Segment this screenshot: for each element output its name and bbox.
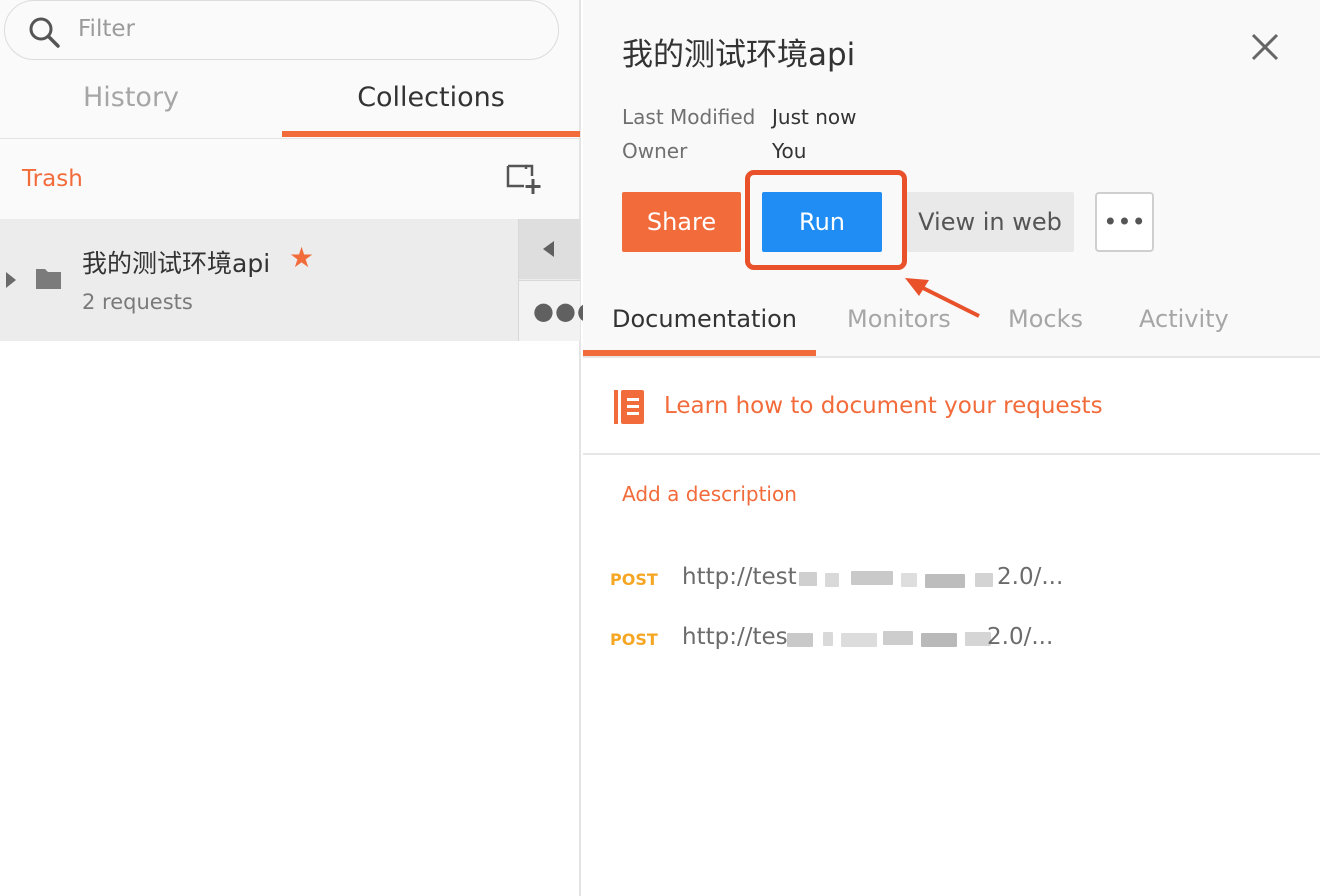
view-in-web-button[interactable]: View in web [906, 192, 1074, 252]
collection-more-button[interactable]: ●●● [519, 280, 598, 341]
run-highlight-annotation [745, 170, 907, 270]
more-options-button[interactable]: ••• [1095, 192, 1154, 252]
sidebar: Filter History Collections Trash 我的测试环境a… [0, 0, 598, 896]
owner-value: You [772, 139, 807, 163]
tab-collections[interactable]: Collections [282, 82, 580, 138]
request-url-end: 2.0/... [987, 624, 1054, 650]
search-icon [29, 17, 60, 48]
collection-actions: ●●● [518, 219, 598, 341]
learn-docs-link[interactable]: Learn how to document your requests [664, 393, 1103, 419]
last-modified-label: Last Modified [622, 105, 756, 129]
request-url-end: 2.0/... [997, 564, 1064, 590]
folder-icon [36, 269, 61, 289]
trash-link[interactable]: Trash [22, 166, 83, 192]
learn-docs-banner: Learn how to document your requests [583, 358, 1320, 455]
tab-activity[interactable]: Activity [1139, 305, 1229, 333]
owner-label: Owner [622, 139, 688, 163]
sidebar-header: Filter History Collections Trash [0, 0, 580, 219]
collapse-panel-button[interactable] [519, 219, 580, 279]
tab-active-indicator [282, 131, 580, 137]
filter-placeholder[interactable]: Filter [78, 16, 135, 42]
tab-documentation[interactable]: Documentation [612, 305, 797, 333]
caret-left-icon [543, 241, 554, 257]
tab-active-indicator [583, 350, 816, 356]
request-url-start: http://tes [682, 624, 788, 650]
page-title: 我的测试环境api [622, 37, 856, 73]
star-icon[interactable]: ★ [289, 244, 314, 272]
request-method: POST [610, 570, 658, 589]
collection-name: 我的测试环境api [82, 249, 271, 278]
tab-monitors[interactable]: Monitors [847, 305, 951, 333]
book-icon [614, 390, 644, 424]
share-button[interactable]: Share [622, 192, 741, 252]
collection-detail-panel: 我的测试环境api Last Modified Just now Owner Y… [583, 0, 1320, 896]
filter-search-box[interactable]: Filter [4, 0, 559, 60]
request-item[interactable]: POST http://test 2.0/... [583, 561, 1320, 601]
request-url: http://test [682, 564, 797, 590]
add-description-link[interactable]: Add a description [622, 482, 797, 506]
tab-history[interactable]: History [0, 82, 262, 138]
request-url: http://tes [682, 624, 788, 650]
request-method: POST [610, 630, 658, 649]
last-modified-value: Just now [772, 105, 857, 129]
tab-mocks[interactable]: Mocks [1008, 305, 1083, 333]
request-url-start: http://test [682, 564, 797, 590]
close-icon[interactable] [1251, 33, 1279, 61]
request-item[interactable]: POST http://tes 2.0/... [583, 621, 1320, 661]
tab-divider [0, 138, 579, 139]
collection-item[interactable]: 我的测试环境api ★ 2 requests [0, 219, 579, 341]
collection-request-count: 2 requests [82, 290, 193, 314]
new-collection-icon[interactable] [506, 164, 542, 196]
expand-caret-icon[interactable] [6, 272, 16, 288]
